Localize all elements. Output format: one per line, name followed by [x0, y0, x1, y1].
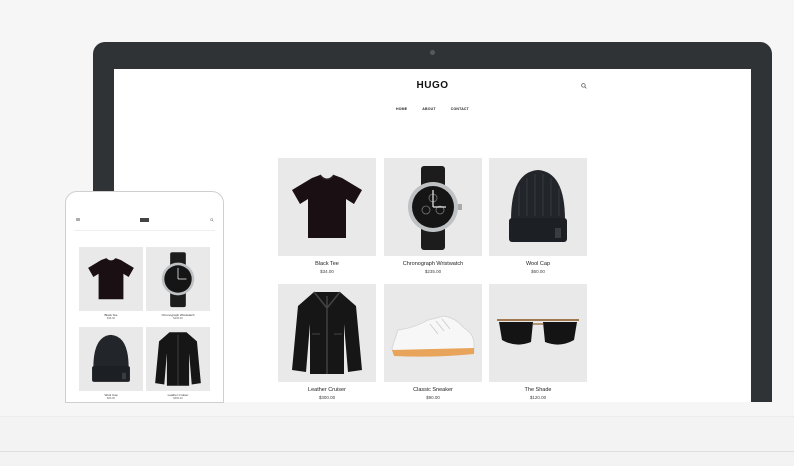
product-card[interactable]: Black Tee $34.00 — [79, 247, 143, 321]
product-name[interactable]: Wool Cap — [489, 261, 587, 268]
product-name[interactable]: Chronograph Wristwatch — [384, 261, 482, 268]
product-card[interactable]: Wool Cap $60.00 — [79, 327, 143, 401]
product-price: $60.00 — [107, 397, 115, 400]
product-card[interactable]: Leather Cruiser $300.00 — [278, 284, 376, 401]
product-price: $34.00 — [320, 269, 334, 274]
tshirt-icon — [88, 258, 134, 300]
product-price: $60.00 — [531, 269, 545, 274]
main-nav: HOME ABOUT CONTACT — [114, 107, 751, 111]
product-price: $235.00 — [173, 317, 183, 320]
product-name[interactable]: Black Tee — [278, 261, 376, 268]
site-logo[interactable] — [140, 218, 149, 222]
product-card[interactable]: Chronograph Wristwatch $235.00 — [384, 158, 482, 275]
menu-icon[interactable] — [76, 218, 80, 221]
site-logo[interactable]: HUGO — [114, 80, 751, 91]
product-price: $300.00 — [173, 397, 183, 400]
tshirt-icon — [292, 174, 362, 238]
product-card[interactable]: The Shade $120.00 — [489, 284, 587, 401]
nav-home[interactable]: HOME — [396, 107, 407, 111]
product-image[interactable] — [79, 327, 143, 391]
product-name[interactable]: Leather Cruiser — [278, 387, 376, 394]
product-image[interactable] — [489, 284, 587, 382]
search-icon[interactable] — [581, 83, 587, 89]
watch-icon — [161, 252, 195, 308]
product-card[interactable]: Classic Sneaker $90.00 — [384, 284, 482, 401]
product-image[interactable] — [146, 327, 210, 391]
nav-contact[interactable]: CONTACT — [451, 107, 469, 111]
watch-icon — [408, 166, 462, 250]
product-price: $120.00 — [529, 395, 547, 400]
nav-about[interactable]: ABOUT — [422, 107, 435, 111]
search-icon[interactable] — [210, 218, 214, 222]
product-image[interactable] — [278, 284, 376, 382]
product-image[interactable] — [146, 247, 210, 311]
jacket-icon — [292, 291, 362, 374]
product-price: $235.00 — [424, 269, 442, 274]
product-name[interactable]: Classic Sneaker — [384, 387, 482, 394]
product-card[interactable]: Wool Cap $60.00 — [489, 158, 587, 275]
phone-header — [76, 218, 214, 222]
page-bottom-band — [0, 416, 794, 466]
jacket-icon — [155, 332, 201, 386]
product-price: $300.00 — [318, 395, 336, 400]
product-card[interactable]: Leather Cruiser $300.00 — [146, 327, 210, 401]
product-image[interactable] — [79, 247, 143, 311]
sunglasses-icon — [497, 319, 579, 345]
product-card[interactable]: Black Tee $34.00 — [278, 158, 376, 275]
phone-device-frame: Black Tee $34.00 Chronograph Wristwatch … — [65, 191, 224, 403]
divider — [74, 230, 215, 231]
product-price: $34.00 — [107, 317, 115, 320]
sneaker-icon — [391, 315, 475, 357]
product-name[interactable]: The Shade — [489, 387, 587, 394]
product-card[interactable]: Chronograph Wristwatch $235.00 — [146, 247, 210, 321]
beanie-icon — [92, 334, 130, 382]
beanie-icon — [509, 170, 567, 242]
product-image[interactable] — [278, 158, 376, 256]
camera-dot — [430, 50, 435, 55]
product-image[interactable] — [489, 158, 587, 256]
divider — [0, 451, 794, 452]
product-price: $90.00 — [426, 395, 440, 400]
product-image[interactable] — [384, 158, 482, 256]
product-image[interactable] — [384, 284, 482, 382]
